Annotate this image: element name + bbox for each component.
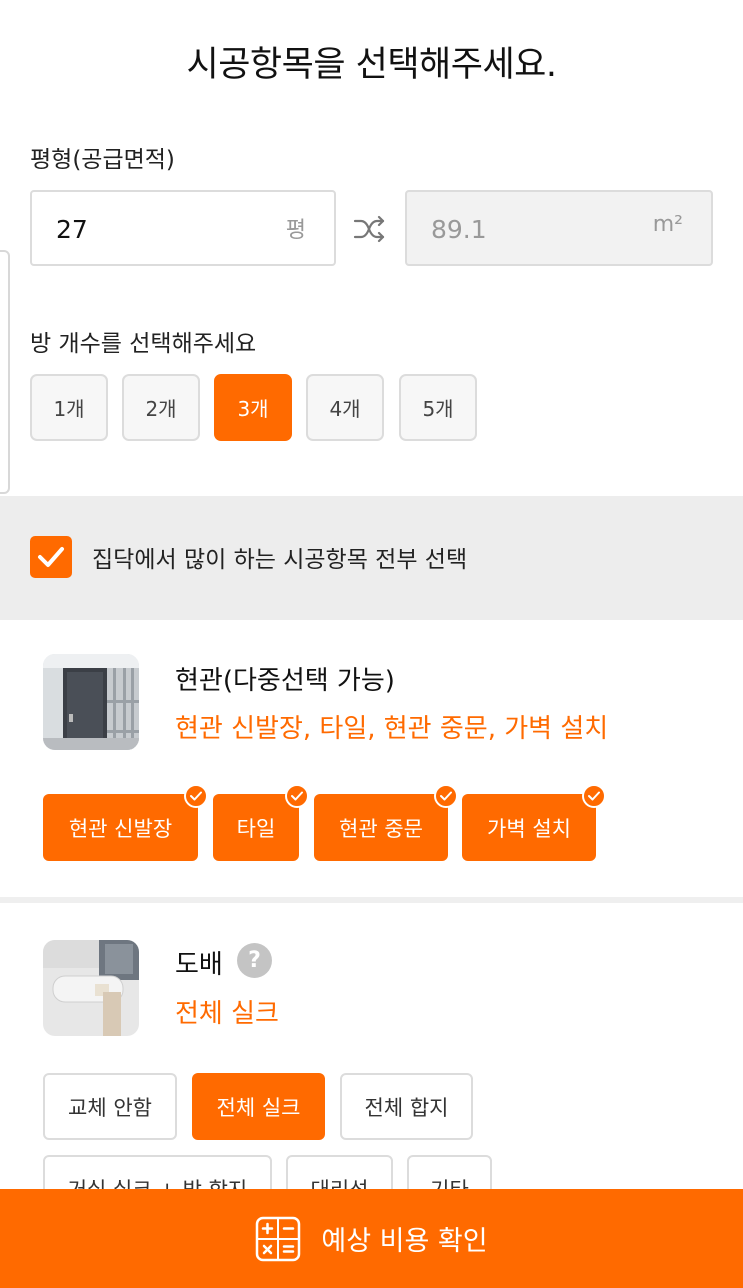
sqm-unit: m² — [652, 212, 683, 237]
chip-entrance-partition-wall[interactable]: 가벽 설치 — [462, 784, 606, 861]
check-badge-icon — [434, 784, 458, 808]
section-title-entrance: 현관(다중선택 가능) — [175, 666, 395, 696]
check-badge-icon — [184, 784, 208, 808]
calculator-icon — [256, 1216, 301, 1261]
chip-entrance-tile[interactable]: 타일 — [213, 784, 309, 861]
check-badge-icon — [582, 784, 606, 808]
rooms-label: 방 개수를 선택해주세요 — [30, 331, 257, 357]
pyeong-input[interactable] — [54, 210, 258, 248]
pyeong-field[interactable]: 평 — [30, 190, 336, 266]
pyeong-unit: 평 — [285, 218, 306, 243]
room-option-5[interactable]: 5개 — [399, 374, 477, 441]
chip-label: 현관 중문 — [339, 816, 423, 841]
room-option-4[interactable]: 4개 — [306, 374, 384, 441]
room-option-3[interactable]: 3개 — [214, 374, 292, 441]
section-divider — [0, 897, 743, 903]
swap-icon[interactable] — [352, 212, 386, 246]
section-summary-entrance: 현관 신발장, 타일, 현관 중문, 가벽 설치 — [175, 714, 609, 744]
chip-entrance-middle-door[interactable]: 현관 중문 — [314, 784, 458, 861]
select-all-checkbox[interactable] — [30, 536, 72, 578]
check-icon — [38, 547, 64, 567]
room-option-2[interactable]: 2개 — [122, 374, 200, 441]
check-badge-icon — [285, 784, 309, 808]
chip-wallpaper-full-paper[interactable]: 전체 합지 — [340, 1073, 473, 1140]
section-summary-wallpaper: 전체 실크 — [175, 999, 279, 1029]
sqm-field: m² — [405, 190, 713, 266]
help-icon[interactable]: ? — [237, 943, 272, 978]
chip-entrance-shoe-cabinet[interactable]: 현관 신발장 — [43, 784, 208, 861]
side-drawer-handle[interactable] — [0, 250, 10, 494]
wallpaper-thumbnail — [43, 940, 139, 1036]
entrance-thumbnail — [43, 654, 139, 750]
chip-wallpaper-full-silk[interactable]: 전체 실크 — [192, 1073, 325, 1140]
section-title-wallpaper: 도배 — [175, 950, 223, 980]
page-title: 시공항목을 선택해주세요. — [186, 45, 557, 85]
chip-label: 현관 신발장 — [68, 816, 173, 841]
estimate-cost-label: 예상 비용 확인 — [321, 1226, 488, 1257]
chip-label: 가벽 설치 — [487, 816, 571, 841]
chip-label: 타일 — [236, 816, 276, 841]
estimate-cost-button[interactable]: 예상 비용 확인 — [0, 1189, 743, 1288]
select-all-label: 집닥에서 많이 하는 시공항목 전부 선택 — [92, 547, 468, 573]
sqm-input — [429, 210, 633, 248]
area-label: 평형(공급면적) — [30, 147, 175, 173]
room-option-1[interactable]: 1개 — [30, 374, 108, 441]
chip-wallpaper-no-change[interactable]: 교체 안함 — [43, 1073, 177, 1140]
